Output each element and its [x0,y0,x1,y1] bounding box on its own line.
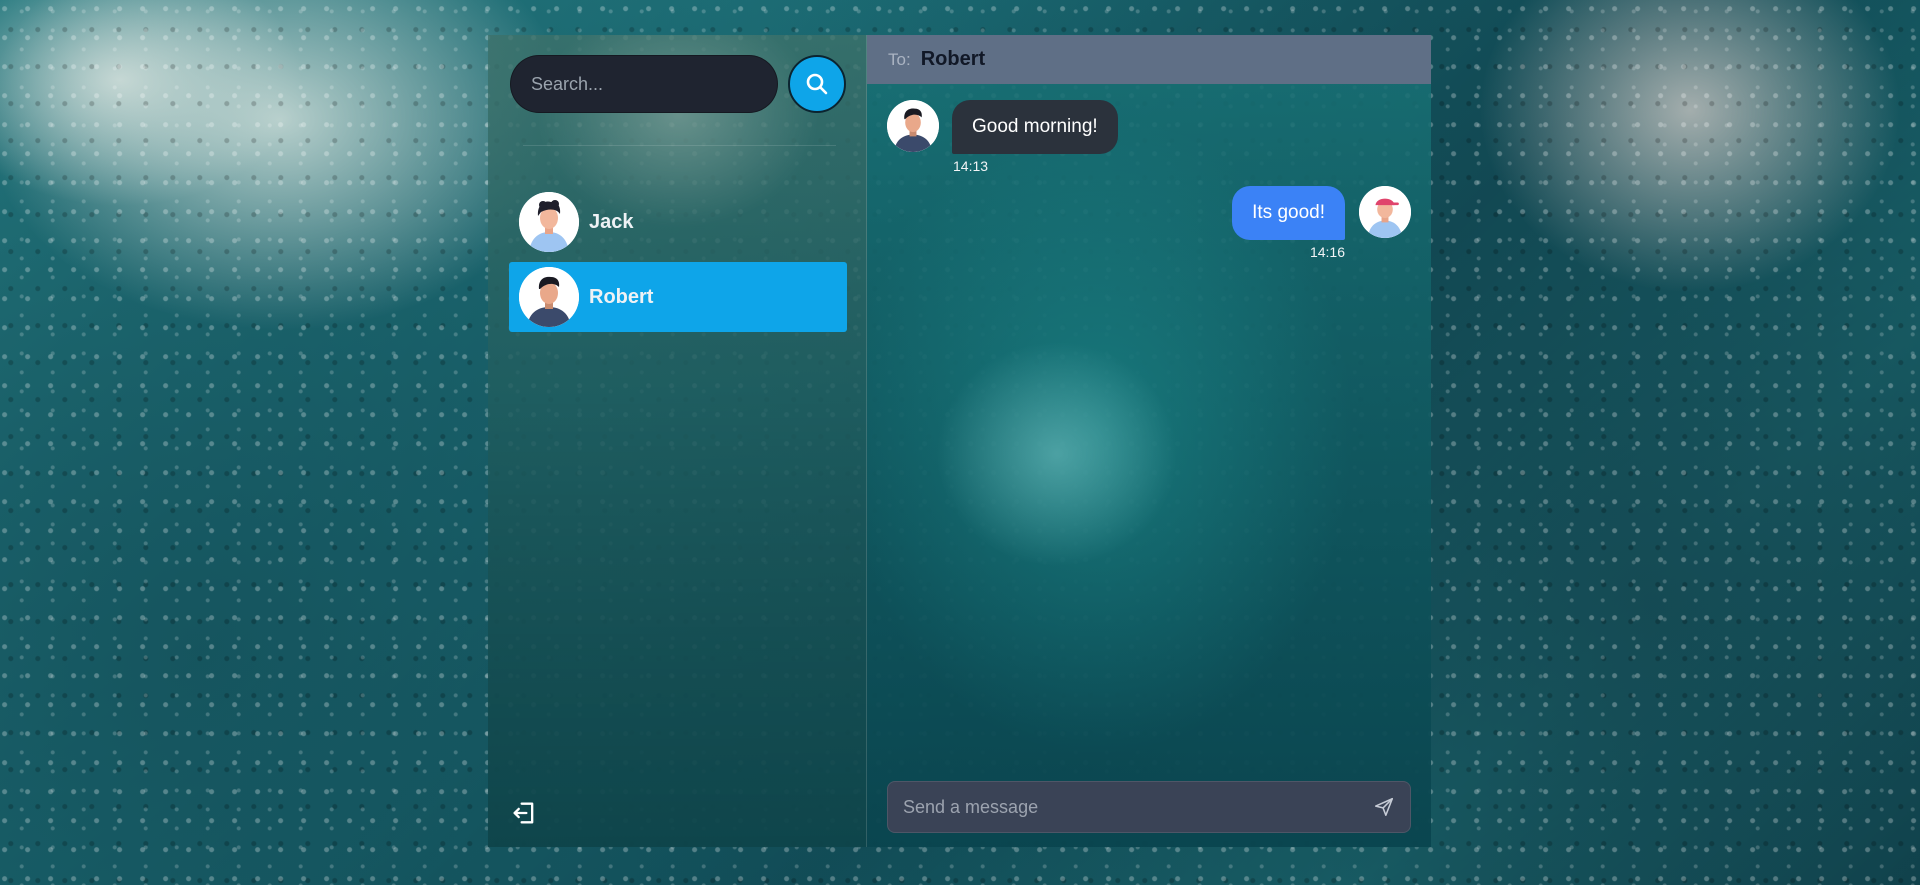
contact-list: Jack Robert [509,187,847,337]
chat-app-window: Jack Robert [488,35,1431,847]
message-input[interactable] [901,795,1371,819]
avatar-robert [887,100,939,152]
message-area[interactable]: Good morning! 14:13 Its good! 14:16 [867,84,1431,847]
avatar-current-user [1359,186,1411,238]
contact-name: Jack [589,210,634,233]
message-incoming: Good morning! 14:13 [887,100,1118,174]
avatar-robert [519,267,579,327]
sidebar: Jack Robert [488,35,867,847]
logout-icon [513,802,534,824]
sidebar-divider [523,145,836,146]
chat-header: To: Robert [867,35,1431,84]
contact-item-robert[interactable]: Robert [509,262,847,332]
recipient-name: Robert [920,48,986,70]
avatar-jack [519,192,579,252]
chat-panel: To: Robert Good morning! 14:13 Its good!… [867,35,1431,847]
send-icon [1374,797,1394,817]
message-outgoing: Its good! 14:16 [1232,186,1411,260]
search-button[interactable] [788,55,846,113]
search-bar [510,55,846,113]
message-timestamp: 14:13 [953,158,989,174]
send-button[interactable] [1371,794,1397,820]
message-bubble: Its good! [1232,186,1345,240]
contact-name: Robert [589,285,654,308]
contact-item-jack[interactable]: Jack [509,187,847,257]
to-label: To: [888,49,911,69]
message-bubble: Good morning! [952,100,1118,154]
message-timestamp: 14:16 [1309,244,1345,260]
search-input[interactable] [510,55,778,113]
message-composer [887,781,1411,833]
logout-button[interactable] [510,799,538,827]
search-icon [806,73,828,95]
